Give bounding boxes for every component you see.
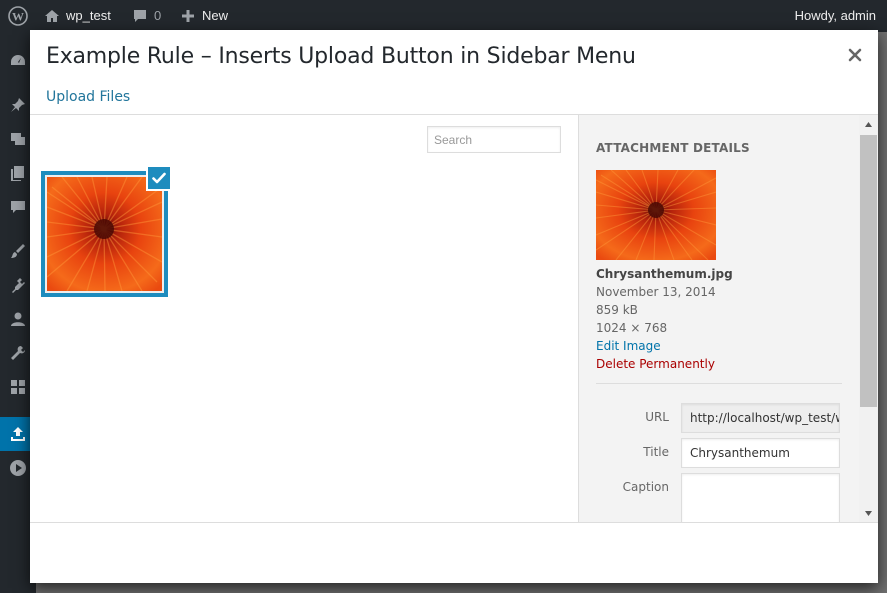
media-icon xyxy=(11,133,25,145)
pages-icon xyxy=(11,166,24,181)
dashboard-icon xyxy=(11,55,25,65)
sidebar-scrollbar[interactable] xyxy=(859,115,878,522)
caption-field[interactable] xyxy=(681,473,840,522)
arrow-up-icon xyxy=(865,121,872,127)
attachment-details-sidebar: ATTACHMENT DETAILS Chrysanthemum.jpg Nov… xyxy=(578,115,878,522)
title-label: Title xyxy=(643,445,669,459)
svg-text:W: W xyxy=(12,10,24,24)
user-icon xyxy=(11,312,25,326)
account-menu[interactable]: Howdy, admin xyxy=(795,0,876,32)
upload-icon xyxy=(11,427,25,441)
play-icon xyxy=(10,460,26,476)
wrench-icon xyxy=(11,346,25,360)
search-input[interactable] xyxy=(427,126,561,153)
attachment-dimensions: 1024 × 768 xyxy=(596,321,668,335)
attachments-browser xyxy=(30,115,578,522)
scroll-down-button[interactable] xyxy=(859,504,878,522)
comments-link[interactable]: 0 xyxy=(132,0,161,32)
home-icon xyxy=(45,10,59,22)
comments-count: 0 xyxy=(154,8,162,23)
delete-permanently-link[interactable]: Delete Permanently xyxy=(596,357,715,371)
pin-icon xyxy=(11,98,25,112)
attachment-filesize: 859 kB xyxy=(596,303,638,317)
attachment-preview-image xyxy=(596,170,716,260)
admin-bar: W wp_test 0 New Howdy, admin xyxy=(0,0,887,32)
greeting: Howdy, admin xyxy=(794,8,876,23)
scroll-thumb[interactable] xyxy=(860,135,877,407)
selected-check-button[interactable] xyxy=(146,165,172,191)
url-label: URL xyxy=(645,410,669,424)
plugin-icon xyxy=(12,278,25,293)
modal-toolbar xyxy=(30,522,878,583)
url-field[interactable]: http://localhost/wp_test/w xyxy=(681,403,840,433)
checkmark-icon xyxy=(152,172,166,184)
new-label: New xyxy=(202,8,229,23)
close-button[interactable] xyxy=(844,44,866,66)
flower-image xyxy=(46,176,163,292)
attachment-filename: Chrysanthemum.jpg xyxy=(596,267,733,281)
upload-files-link[interactable]: Upload Files xyxy=(46,89,130,105)
comment-icon xyxy=(134,10,146,22)
media-modal: Example Rule – Inserts Upload Button in … xyxy=(30,30,878,583)
edit-image-link[interactable]: Edit Image xyxy=(596,339,661,353)
site-name-link[interactable]: wp_test xyxy=(44,0,111,32)
attachment-details-heading: ATTACHMENT DETAILS xyxy=(596,141,750,155)
plus-icon xyxy=(182,10,194,22)
wordpress-logo-icon[interactable]: W xyxy=(8,0,28,32)
title-field[interactable]: Chrysanthemum xyxy=(681,438,840,468)
modal-title: Example Rule – Inserts Upload Button in … xyxy=(46,44,636,69)
site-name: wp_test xyxy=(66,8,111,23)
brush-icon xyxy=(11,244,25,258)
new-content-link[interactable]: New xyxy=(180,0,228,32)
close-icon xyxy=(848,48,862,62)
sidebar-divider xyxy=(596,383,842,384)
caption-label: Caption xyxy=(622,480,669,494)
arrow-down-icon xyxy=(865,510,872,516)
comments-icon xyxy=(11,201,25,213)
settings-icon xyxy=(11,380,25,394)
attachment-upload-date: November 13, 2014 xyxy=(596,285,716,299)
scroll-up-button[interactable] xyxy=(859,115,878,133)
